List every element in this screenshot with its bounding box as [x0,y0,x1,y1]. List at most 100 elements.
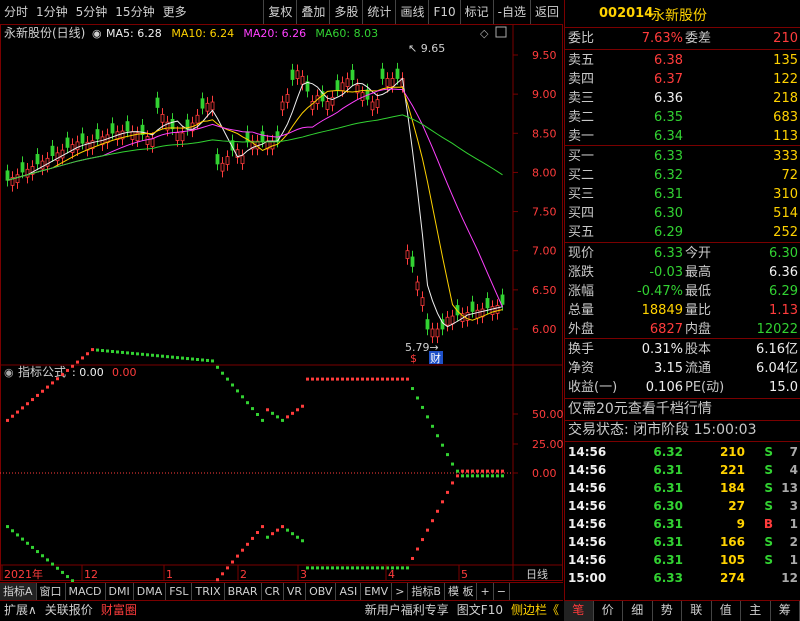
indicator-upper-dot [356,378,359,381]
ma-toggle-icon[interactable]: ◉ [92,27,102,40]
indicator-upper-dot [341,378,344,381]
indicator-upper-dot [411,387,414,390]
tool-0-button[interactable]: 复权 [263,0,296,24]
indicator-tab-2[interactable]: MACD [66,583,106,600]
stat-label: 涨跌 [568,263,594,282]
indicator-upper-dot [296,408,299,411]
indicator-tab-12[interactable]: EMV [361,583,392,600]
candle-body [41,161,44,169]
candle-body [61,150,64,158]
indicator-lower-dot [281,525,284,528]
tool-3-button[interactable]: 统计 [362,0,395,24]
indicator-tab-15[interactable]: 模 板 [445,583,478,600]
bid-row[interactable]: 买五6.29252 [565,223,800,242]
indicator-tab-5[interactable]: FSL [166,583,192,600]
tool-6-button[interactable]: 标记 [460,0,493,24]
candle-body [471,302,474,311]
indicator-tab-4[interactable]: DMA [134,583,167,600]
ask-row[interactable]: 卖一6.34113 [565,127,800,146]
status-left-1[interactable]: 关联报价 [41,601,97,621]
status-left-2[interactable]: 财富圈 [97,601,141,621]
tool-2-button[interactable]: 多股 [329,0,362,24]
bid-label: 买五 [568,223,594,242]
candle-body [426,320,429,329]
status-right-0[interactable]: 新用户福利专享 [361,601,453,621]
indicator-lower-dot [431,519,434,522]
candle-body [451,316,454,324]
bid-row[interactable]: 买二6.3272 [565,166,800,185]
window-box-icon[interactable] [496,27,506,37]
status-right-2[interactable]: 侧边栏《 [507,601,563,621]
quote-tab-4[interactable]: 联 [682,601,712,621]
dividend-marker[interactable]: $ [410,352,417,365]
indicator-lower-dot [216,578,219,581]
quote-tab-6[interactable]: 主 [741,601,771,621]
indicator-tab-16[interactable]: + [477,583,493,600]
tick-side: S [764,551,773,569]
tick-volume: 274 [720,569,745,587]
report-marker[interactable]: 财 [430,351,441,365]
bid-row[interactable]: 买三6.31310 [565,185,800,204]
tool-1-button[interactable]: 叠加 [296,0,329,24]
indicator-lower-dot [426,529,429,532]
quote-tab-3[interactable]: 势 [653,601,683,621]
candle-body [501,295,504,304]
indicator-tab-7[interactable]: BRAR [225,583,262,600]
period-3-button[interactable]: 15分钟 [111,0,158,24]
period-2-button[interactable]: 5分钟 [72,0,112,24]
status-left-0[interactable]: 扩展∧ [0,601,41,621]
indicator-upper-dot [476,470,479,473]
indicator-tab-6[interactable]: TRIX [192,583,224,600]
kline-chart[interactable]: 永新股份(日线)◉MA5: 6.28MA10: 6.24MA20: 6.26MA… [0,24,563,582]
bid-row[interactable]: 买四6.30514 [565,204,800,223]
indicator-tab-13[interactable]: > [392,583,408,600]
indicator-toggle-icon[interactable]: ◉ [4,366,14,379]
tool-7-button[interactable]: -自选 [493,0,530,24]
ask-row[interactable]: 卖二6.35683 [565,108,800,127]
candle-body [201,99,204,108]
indicator-tab-8[interactable]: CR [262,583,284,600]
status-right-1[interactable]: 图文F10 [453,601,507,621]
candle-body [221,163,224,171]
quote-tab-0[interactable]: 笔 [564,601,594,621]
indicator-tab-3[interactable]: DMI [106,583,134,600]
indicator-upper-dot [61,373,64,376]
bid-row[interactable]: 买一6.33333 [565,147,800,166]
indicator-lower-dot [26,542,29,545]
ask-volume: 135 [773,51,798,70]
quote-tab-1[interactable]: 价 [594,601,624,621]
diamond-icon[interactable]: ◇ [480,27,489,40]
indicator-tab-1[interactable]: 窗口 [37,583,66,600]
period-0-button[interactable]: 分时 [0,0,32,24]
promo-link[interactable]: 仅需20元查看千档行情 [565,400,800,419]
fund-label: PE(动) [685,378,724,397]
indicator-upper-dot [461,470,464,473]
indicator-tab-14[interactable]: 指标B [408,583,445,600]
indicator-tab-9[interactable]: VR [284,583,306,600]
indicator-lower-dot [366,566,369,569]
period-1-button[interactable]: 1分钟 [32,0,72,24]
ask-row[interactable]: 卖三6.36218 [565,89,800,108]
indicator-upper-dot [31,398,34,401]
indicator-lower-dot [456,474,459,477]
ask-row[interactable]: 卖四6.37122 [565,70,800,89]
candle-body [346,79,349,87]
quote-tab-7[interactable]: 筹 [771,601,800,621]
indicator-upper-dot [266,408,269,411]
indicator-tab-0[interactable]: 指标A [0,583,37,600]
quote-tab-5[interactable]: 值 [712,601,742,621]
tick-row: 14:566.3027S3 [565,497,800,515]
tool-5-button[interactable]: F10 [428,0,459,24]
tool-4-button[interactable]: 画线 [395,0,428,24]
indicator-tab-17[interactable]: − [494,583,510,600]
candle-body [431,329,434,337]
tick-row: 14:566.31184S13 [565,479,800,497]
indicator-tab-10[interactable]: OBV [306,583,336,600]
indicator-tab-11[interactable]: ASI [336,583,361,600]
quote-tab-2[interactable]: 细 [623,601,653,621]
period-4-button[interactable]: 更多 [159,0,191,24]
tool-8-button[interactable]: 返回 [530,0,563,24]
tick-count: 4 [790,461,798,479]
ask-row[interactable]: 卖五6.38135 [565,51,800,70]
indicator-lower-dot [466,474,469,477]
